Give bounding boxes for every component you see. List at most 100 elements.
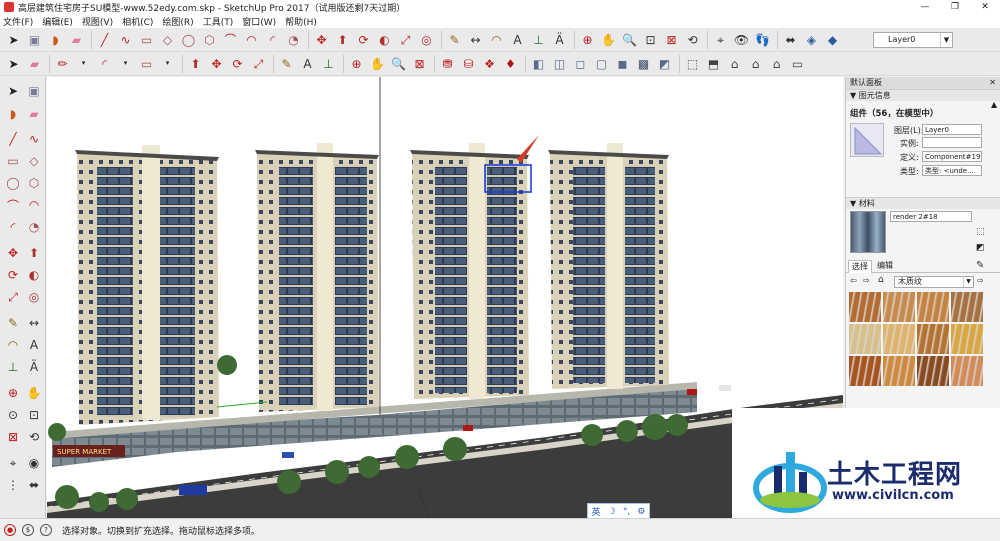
tab-select[interactable]: 选择 xyxy=(848,260,872,273)
eyedropper-icon[interactable]: ✎ xyxy=(976,260,984,271)
chevron-down-icon[interactable]: ▾ xyxy=(116,54,135,73)
pencil-line-icon[interactable]: ✏ xyxy=(53,54,72,73)
material-swatch[interactable] xyxy=(951,324,983,354)
scale-tool-icon[interactable]: ⤢ xyxy=(249,54,268,73)
section-cut-icon[interactable]: ◆ xyxy=(823,30,842,49)
follow-me-icon[interactable]: ◐ xyxy=(375,30,394,49)
make-component-icon[interactable]: ▣ xyxy=(25,30,44,49)
punctuation-icon[interactable]: °, xyxy=(623,507,630,517)
material-swatch[interactable] xyxy=(849,292,881,322)
pan-tool-icon[interactable]: ✋ xyxy=(599,30,618,49)
material-library-select[interactable]: 木质纹 ▼ xyxy=(894,276,974,288)
axes-tool-icon[interactable]: ⊥ xyxy=(319,54,338,73)
scale-tool-icon[interactable]: ⤢ xyxy=(3,287,23,307)
scale-tool-icon[interactable]: ⤢ xyxy=(396,30,415,49)
circle-tool-icon[interactable]: ◯ xyxy=(3,173,23,193)
geo-location-icon[interactable]: ● xyxy=(4,524,16,536)
two-point-arc-icon[interactable]: ◠ xyxy=(242,30,261,49)
home-icon[interactable]: ⌂ xyxy=(878,275,884,285)
close-icon[interactable]: ✕ xyxy=(989,77,996,89)
material-swatch[interactable] xyxy=(951,356,983,386)
zoom-tool-icon[interactable]: 🔍 xyxy=(389,54,408,73)
material-swatch[interactable] xyxy=(917,356,949,386)
line-tool-icon[interactable]: ╱ xyxy=(95,30,114,49)
ruby-console-icon[interactable]: ♦ xyxy=(501,54,520,73)
eraser-icon[interactable]: ▰ xyxy=(25,54,44,73)
panel-scroll-icon[interactable]: ▲ xyxy=(991,100,997,109)
rectangle-tool-icon[interactable]: ▭ xyxy=(137,30,156,49)
hidden-line-icon[interactable]: ▢ xyxy=(592,54,611,73)
create-material-icon[interactable]: ⬚ xyxy=(976,227,985,237)
3d-text-icon[interactable]: Ä xyxy=(24,357,44,377)
freehand-tool-icon[interactable]: ∿ xyxy=(24,129,44,149)
moon-icon[interactable]: ☽ xyxy=(608,507,616,517)
menu-camera[interactable]: 相机(C) xyxy=(122,15,153,28)
arc-tool-icon[interactable]: ⌒ xyxy=(221,30,240,49)
pie-tool-icon[interactable]: ◔ xyxy=(284,30,303,49)
material-swatch[interactable] xyxy=(849,356,881,386)
orbit-tool-icon[interactable]: ⊕ xyxy=(3,383,23,403)
zoom-extents-icon[interactable]: ⊠ xyxy=(410,54,429,73)
rectangle-tool-icon[interactable]: ▭ xyxy=(137,54,156,73)
entity-layer-select[interactable]: Layer0 xyxy=(922,124,982,135)
material-swatch[interactable] xyxy=(917,292,949,322)
chevron-down-icon[interactable]: ▼ xyxy=(940,33,952,47)
menu-help[interactable]: 帮助(H) xyxy=(285,15,317,28)
position-camera-icon[interactable]: ⌖ xyxy=(3,453,23,473)
previous-view-icon[interactable]: ⟲ xyxy=(683,30,702,49)
details-arrow-icon[interactable]: ⇨ xyxy=(977,276,984,285)
xray-style-icon[interactable]: ◧ xyxy=(529,54,548,73)
shaded-textures-icon[interactable]: ▩ xyxy=(634,54,653,73)
zoom-tool-icon[interactable]: 🔍 xyxy=(620,30,639,49)
section-display-icon[interactable]: ◈ xyxy=(802,30,821,49)
section-plane-icon[interactable]: ⬌ xyxy=(781,30,800,49)
follow-me-icon[interactable]: ◐ xyxy=(24,265,44,285)
polygon-tool-icon[interactable]: ⬡ xyxy=(200,30,219,49)
material-swatch[interactable] xyxy=(883,356,915,386)
left-view-icon[interactable]: ▭ xyxy=(788,54,807,73)
top-view-icon[interactable]: ⬒ xyxy=(704,54,723,73)
line-tool-icon[interactable]: ╱ xyxy=(3,129,23,149)
pan-tool-icon[interactable]: ✋ xyxy=(24,383,44,403)
3d-text-icon[interactable]: Ä xyxy=(550,30,569,49)
material-name-input[interactable]: render 2#18 xyxy=(890,211,972,222)
layer-dropdown[interactable]: Layer0 ▼ xyxy=(873,32,953,48)
rotated-rect-icon[interactable]: ◇ xyxy=(158,30,177,49)
front-view-icon[interactable]: ⌂ xyxy=(725,54,744,73)
materials-header[interactable]: ▼ 材料 xyxy=(846,197,1000,209)
back-edges-icon[interactable]: ◫ xyxy=(550,54,569,73)
tape-measure-icon[interactable]: ✎ xyxy=(445,30,464,49)
zoom-window-icon[interactable]: ⊡ xyxy=(641,30,660,49)
rotated-rect-icon[interactable]: ◇ xyxy=(24,151,44,171)
chevron-down-icon[interactable]: ▾ xyxy=(158,54,177,73)
move-tool-icon[interactable]: ✥ xyxy=(312,30,331,49)
maximize-button[interactable]: ❐ xyxy=(940,0,970,14)
three-point-arc-icon[interactable]: ◜ xyxy=(3,217,23,237)
text-tool-icon[interactable]: A xyxy=(508,30,527,49)
look-around-icon[interactable]: 👁 xyxy=(732,30,751,49)
two-point-arc-icon[interactable]: ◠ xyxy=(24,195,44,215)
rotate-tool-icon[interactable]: ⟳ xyxy=(354,30,373,49)
rectangle-tool-icon[interactable]: ▭ xyxy=(3,151,23,171)
menu-window[interactable]: 窗口(W) xyxy=(242,15,276,28)
chevron-down-icon[interactable]: ▾ xyxy=(74,54,93,73)
rotate-tool-icon[interactable]: ⟳ xyxy=(228,54,247,73)
entity-info-header[interactable]: ▼ 图元信息 xyxy=(846,89,1000,101)
eraser-icon[interactable]: ▰ xyxy=(24,104,44,124)
credits-icon[interactable]: $ xyxy=(22,524,34,536)
section-plane-icon[interactable]: ⬌ xyxy=(24,475,44,495)
select-tool-icon[interactable]: ➤ xyxy=(3,81,23,101)
arc-dropdown-icon[interactable]: ◜ xyxy=(95,54,114,73)
axes-tool-icon[interactable]: ⊥ xyxy=(3,357,23,377)
eraser-icon[interactable]: ▰ xyxy=(67,30,86,49)
zoom-tool-icon[interactable]: ⊙ xyxy=(3,405,23,425)
help-icon[interactable]: ? xyxy=(40,524,52,536)
paint-bucket-icon[interactable]: ◗ xyxy=(3,104,23,124)
move-tool-icon[interactable]: ✥ xyxy=(207,54,226,73)
tape-measure-icon[interactable]: ✎ xyxy=(3,313,23,333)
instance-input[interactable] xyxy=(922,137,982,148)
offset-tool-icon[interactable]: ◎ xyxy=(24,287,44,307)
close-button[interactable]: ✕ xyxy=(970,0,1000,14)
polygon-tool-icon[interactable]: ⬡ xyxy=(24,173,44,193)
warehouse-icon[interactable]: ⛃ xyxy=(438,54,457,73)
